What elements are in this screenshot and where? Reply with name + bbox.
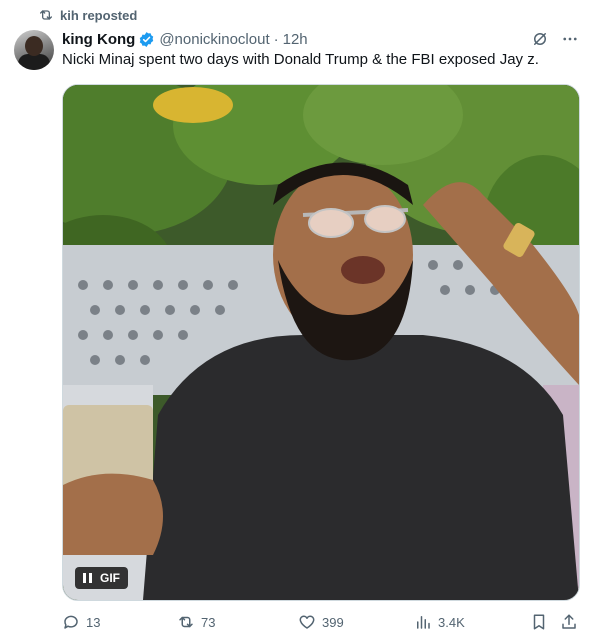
reply-count: 13 <box>86 614 101 630</box>
author-name[interactable]: king Kong <box>62 31 135 48</box>
avatar[interactable] <box>14 30 54 70</box>
views-icon <box>417 616 430 629</box>
tweet-media-gif[interactable]: GIF <box>62 84 580 601</box>
reply-button[interactable]: 13 <box>62 610 100 634</box>
gif-image <box>63 85 579 600</box>
verified-icon <box>140 31 154 47</box>
gif-badge[interactable]: GIF <box>75 567 128 589</box>
reply-icon <box>64 615 78 629</box>
repost-icon <box>40 10 52 20</box>
repost-count: 73 <box>201 614 216 630</box>
gif-label: GIF <box>100 571 120 585</box>
tweet-header: king Kong @nonickinoclout · 12h <box>62 28 579 50</box>
pause-icon[interactable] <box>83 573 92 583</box>
view-count: 3.4K <box>438 614 465 630</box>
share-icon <box>562 614 576 629</box>
repost-context[interactable]: kih reposted <box>38 6 137 24</box>
grok-icon[interactable] <box>531 30 549 48</box>
more-icon[interactable] <box>561 30 579 48</box>
bookmark-icon <box>533 614 545 630</box>
like-icon <box>299 615 315 629</box>
share-button[interactable] <box>560 610 578 634</box>
tweet-text: Nicki Minaj spent two days with Donald T… <box>62 51 539 68</box>
tweet-actions: 13 73 399 3.4K <box>62 610 582 634</box>
author-handle[interactable]: @nonickinoclout <box>159 31 269 48</box>
separator-dot: · <box>273 30 279 48</box>
timestamp[interactable]: 12h <box>283 31 308 48</box>
bookmark-button[interactable] <box>530 610 548 634</box>
views-button[interactable]: 3.4K <box>414 610 465 634</box>
like-button[interactable]: 399 <box>298 610 344 634</box>
repost-label: kih reposted <box>60 7 138 23</box>
retweet-icon <box>179 616 193 628</box>
repost-button[interactable]: 73 <box>177 610 215 634</box>
like-count: 399 <box>322 614 344 630</box>
